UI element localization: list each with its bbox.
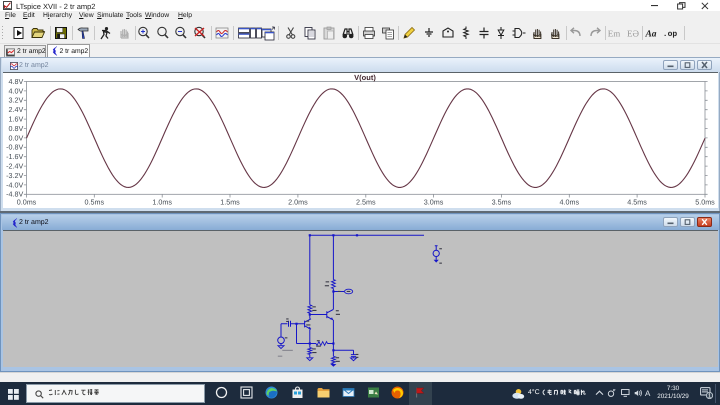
svg-text:1.0ms: 1.0ms — [152, 197, 172, 206]
svg-text:4.0V: 4.0V — [9, 86, 24, 95]
svg-text:0.0V: 0.0V — [9, 133, 24, 142]
svg-text:.op: .op — [663, 30, 678, 39]
svg-text:EƏ: EƏ — [627, 29, 639, 39]
svg-text:2.5ms: 2.5ms — [356, 197, 376, 206]
svg-text:V(out): V(out) — [354, 73, 376, 82]
svg-text:3.0ms: 3.0ms — [424, 197, 444, 206]
svg-text:Em: Em — [608, 29, 621, 39]
svg-text:0.5ms: 0.5ms — [85, 197, 105, 206]
svg-text:-4.8V: -4.8V — [6, 190, 23, 199]
svg-text:3.5ms: 3.5ms — [492, 197, 512, 206]
svg-text:2.4V: 2.4V — [9, 105, 24, 114]
svg-text:2.0ms: 2.0ms — [288, 197, 308, 206]
svg-text:1.6V: 1.6V — [9, 115, 24, 124]
svg-text:4.5ms: 4.5ms — [627, 197, 647, 206]
svg-text:-2.4V: -2.4V — [6, 162, 23, 171]
svg-text:-1.6V: -1.6V — [6, 152, 23, 161]
svg-text:1.5ms: 1.5ms — [220, 197, 240, 206]
svg-text:0.8V: 0.8V — [9, 124, 24, 133]
svg-text:4.0ms: 4.0ms — [560, 197, 580, 206]
svg-text:-4.0V: -4.0V — [6, 180, 23, 189]
svg-text:3.2V: 3.2V — [9, 96, 24, 105]
svg-text:-0.8V: -0.8V — [6, 143, 23, 152]
svg-text:4.8V: 4.8V — [9, 77, 24, 86]
svg-text:-3.2V: -3.2V — [6, 171, 23, 180]
svg-text:Aa: Aa — [644, 30, 656, 40]
svg-text:5.0ms: 5.0ms — [695, 197, 715, 206]
